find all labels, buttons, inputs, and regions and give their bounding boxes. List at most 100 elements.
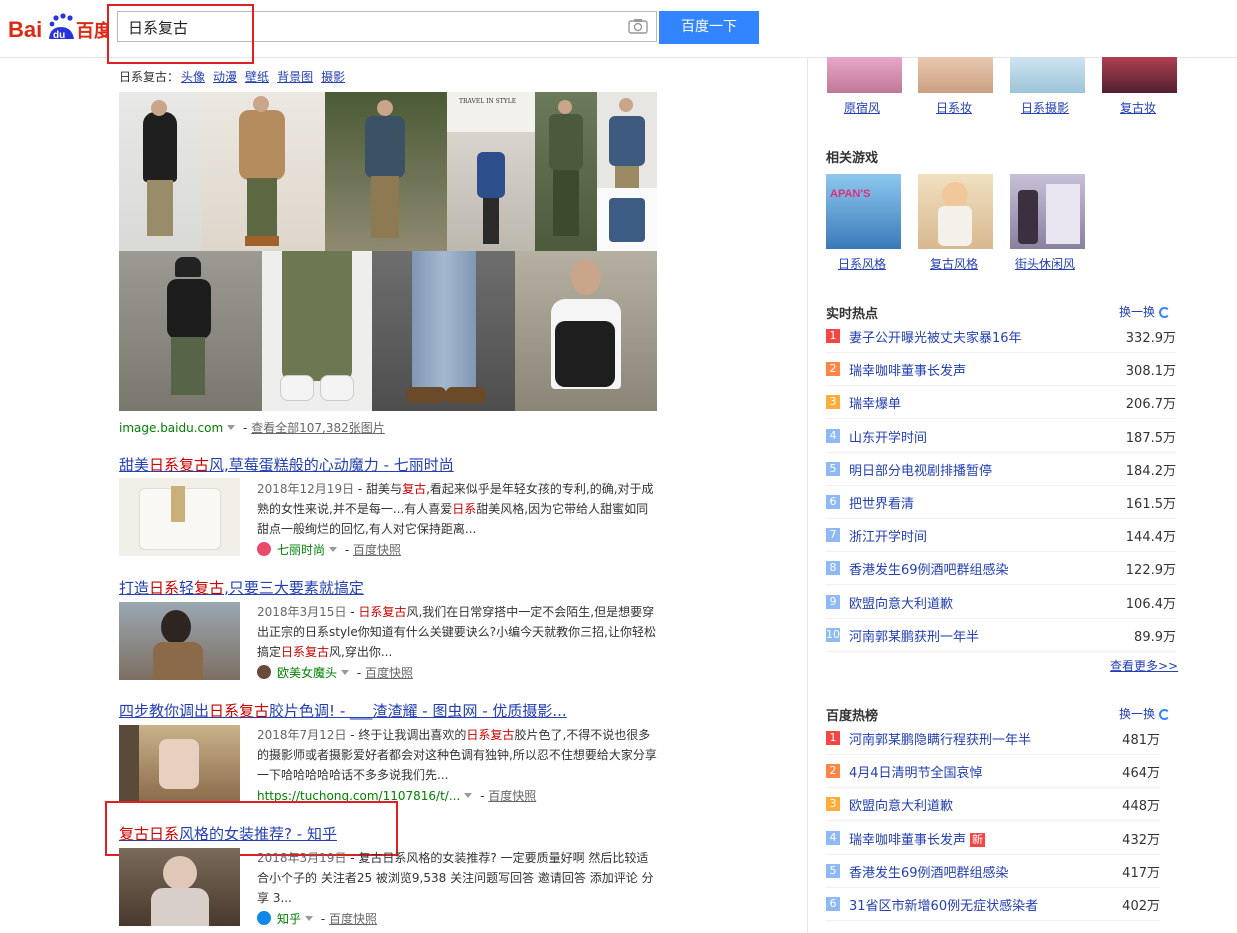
dropdown-arrow-icon[interactable] bbox=[464, 793, 473, 798]
image-thumbnail[interactable] bbox=[119, 251, 262, 411]
refresh-icon bbox=[1159, 307, 1171, 318]
hot-list-item[interactable]: 1 河南郭某鹏隐瞒行程获刑一年半 481万 bbox=[826, 722, 1160, 755]
view-more-link[interactable]: 查看更多>> bbox=[1110, 657, 1178, 674]
dropdown-arrow-icon[interactable] bbox=[305, 916, 314, 921]
related-style-link[interactable]: 日系妆 bbox=[936, 99, 972, 116]
result-thumbnail[interactable] bbox=[119, 848, 240, 926]
related-style-link[interactable]: 原宿风 bbox=[844, 99, 880, 116]
hot-list-item[interactable]: 5 香港发生69例酒吧群组感染 417万 bbox=[826, 855, 1160, 888]
view-all-images-link[interactable]: 查看全部107,382张图片 bbox=[251, 421, 385, 435]
related-style-link[interactable]: 复古妆 bbox=[1120, 99, 1156, 116]
hot-list-item[interactable]: 4 瑞幸咖啡董事长发声新 432万 bbox=[826, 822, 1160, 855]
hot-list-item[interactable]: 7 浙江开学时间 144.4万 bbox=[826, 519, 1176, 553]
hot-topic-link[interactable]: 瑞幸爆单 bbox=[849, 393, 901, 412]
game-link[interactable]: 街头休闲风 bbox=[1015, 255, 1075, 272]
game-thumbnail[interactable] bbox=[1010, 174, 1085, 249]
hot-topic-link[interactable]: 明日部分电视剧排播暂停 bbox=[849, 460, 992, 479]
zhihu-favicon-icon bbox=[257, 911, 271, 925]
dropdown-arrow-icon[interactable] bbox=[341, 670, 350, 675]
hot-list-item[interactable]: 9 欧盟向意大利道歉 106.4万 bbox=[826, 586, 1176, 619]
hot-count: 448万 bbox=[1122, 799, 1160, 815]
hot-list-item[interactable]: 2 瑞幸咖啡董事长发声 308.1万 bbox=[826, 353, 1176, 387]
snapshot-link[interactable]: 百度快照 bbox=[353, 543, 401, 557]
image-thumbnail[interactable] bbox=[597, 92, 657, 188]
hot-list-item[interactable]: 2 4月4日清明节全国哀悼 464万 bbox=[826, 755, 1160, 789]
result-title-link[interactable]: 甜美日系复古风,草莓蛋糕般的心动魔力 - 七丽时尚 bbox=[119, 454, 454, 475]
result-source: 七丽时尚 - 百度快照 bbox=[257, 541, 401, 558]
related-style-thumbnail[interactable] bbox=[1102, 57, 1177, 93]
image-thumbnail[interactable] bbox=[372, 251, 515, 411]
result-thumbnail[interactable] bbox=[119, 602, 240, 680]
refresh-baidu-hot-button[interactable]: 换一换 bbox=[1119, 705, 1171, 722]
hot-list-item[interactable]: 5 明日部分电视剧排播暂停 184.2万 bbox=[826, 453, 1176, 486]
site-favicon-icon bbox=[257, 665, 271, 679]
dropdown-arrow-icon[interactable] bbox=[227, 425, 236, 430]
image-source-domain[interactable]: image.baidu.com bbox=[119, 421, 223, 435]
hot-list-item[interactable]: 1 妻子公开曝光被丈夫家暴16年 332.9万 bbox=[826, 320, 1176, 353]
hot-topic-link[interactable]: 31省区市新增60例无症状感染者 bbox=[849, 895, 1038, 914]
hot-topic-link[interactable]: 把世界看清 bbox=[849, 493, 914, 512]
baidu-logo[interactable]: Bai du 百度 bbox=[8, 12, 108, 44]
hot-count: 332.9万 bbox=[1125, 331, 1176, 346]
hot-topic-link[interactable]: 瑞幸咖啡董事长发声新 bbox=[849, 829, 986, 848]
image-thumbnail[interactable]: TRAVEL IN STYLE bbox=[447, 92, 535, 251]
hot-topic-link[interactable]: 4月4日清明节全国哀悼 bbox=[849, 762, 983, 781]
hot-topic-link[interactable]: 香港发生69例酒吧群组感染 bbox=[849, 862, 1009, 881]
hot-topic-link[interactable]: 浙江开学时间 bbox=[849, 526, 927, 545]
hot-count: 308.1万 bbox=[1125, 364, 1176, 380]
hot-list-item[interactable]: 3 欧盟向意大利道歉 448万 bbox=[826, 788, 1160, 822]
snapshot-link[interactable]: 百度快照 bbox=[365, 666, 413, 680]
hot-count: 106.4万 bbox=[1125, 596, 1176, 612]
image-thumbnail[interactable] bbox=[535, 92, 597, 251]
snapshot-link[interactable]: 百度快照 bbox=[329, 912, 377, 926]
hot-topic-link[interactable]: 妻子公开曝光被丈夫家暴16年 bbox=[849, 327, 1022, 346]
image-thumbnail[interactable] bbox=[119, 92, 201, 251]
result-title-link[interactable]: 打造日系轻复古,只要三大要素就搞定 bbox=[119, 577, 364, 598]
camera-icon[interactable] bbox=[628, 18, 648, 34]
hot-list-item[interactable]: 6 31省区市新增60例无症状感染者 402万 bbox=[826, 888, 1160, 921]
hot-list-item[interactable]: 6 把世界看清 161.5万 bbox=[826, 486, 1176, 519]
hot-list-item[interactable]: 4 山东开学时间 187.5万 bbox=[826, 420, 1176, 453]
refresh-realtime-button[interactable]: 换一换 bbox=[1119, 303, 1171, 320]
game-thumbnail[interactable] bbox=[918, 174, 993, 249]
game-thumbnail[interactable]: APAN'S bbox=[826, 174, 901, 249]
hot-topic-link[interactable]: 河南郭某鹏获刑一年半 bbox=[849, 626, 979, 645]
image-categories-prefix: 日系复古： bbox=[119, 70, 180, 84]
image-category-link[interactable]: 摄影 bbox=[321, 70, 345, 84]
result-thumbnail[interactable] bbox=[119, 725, 240, 803]
image-thumbnail[interactable] bbox=[325, 92, 447, 251]
related-style-thumbnail[interactable] bbox=[918, 57, 993, 93]
hot-list-item[interactable]: 8 香港发生69例酒吧群组感染 122.9万 bbox=[826, 552, 1176, 586]
hot-count: 402万 bbox=[1122, 899, 1160, 914]
image-category-link[interactable]: 动漫 bbox=[213, 70, 237, 84]
image-thumbnail[interactable] bbox=[515, 251, 657, 411]
related-style-thumbnail[interactable] bbox=[1010, 57, 1085, 93]
image-thumbnail[interactable] bbox=[201, 92, 325, 251]
hot-topic-link[interactable]: 瑞幸咖啡董事长发声 bbox=[849, 360, 966, 379]
image-source: image.baidu.com - 查看全部107,382张图片 bbox=[119, 421, 385, 435]
dropdown-arrow-icon[interactable] bbox=[329, 547, 338, 552]
related-style-link[interactable]: 日系摄影 bbox=[1021, 99, 1069, 116]
rank-badge: 1 bbox=[826, 731, 840, 745]
result-title-link[interactable]: 四步教你调出日系复古胶片色调! - ___渣渣耀 - 图虫网 - 优质摄影... bbox=[119, 700, 567, 721]
image-thumbnail[interactable] bbox=[597, 188, 657, 251]
game-link[interactable]: 复古风格 bbox=[930, 255, 978, 272]
hot-list-item[interactable]: 10 河南郭某鹏获刑一年半 89.9万 bbox=[826, 619, 1176, 652]
image-category-link[interactable]: 头像 bbox=[181, 70, 205, 84]
snapshot-link[interactable]: 百度快照 bbox=[488, 789, 536, 803]
hot-topic-link[interactable]: 河南郭某鹏隐瞒行程获刑一年半 bbox=[849, 729, 1031, 748]
hot-topic-link[interactable]: 欧盟向意大利道歉 bbox=[849, 795, 953, 814]
image-category-link[interactable]: 背景图 bbox=[277, 70, 313, 84]
search-button[interactable]: 百度一下 bbox=[659, 11, 759, 44]
image-thumbnail[interactable] bbox=[262, 251, 372, 411]
hot-topic-link[interactable]: 山东开学时间 bbox=[849, 427, 927, 446]
result-source: 欧美女魔头 - 百度快照 bbox=[257, 664, 413, 681]
hot-count: 144.4万 bbox=[1125, 530, 1176, 546]
hot-list-item[interactable]: 3 瑞幸爆单 206.7万 bbox=[826, 386, 1176, 420]
hot-topic-link[interactable]: 香港发生69例酒吧群组感染 bbox=[849, 559, 1009, 578]
result-thumbnail[interactable] bbox=[119, 478, 240, 556]
image-category-link[interactable]: 壁纸 bbox=[245, 70, 269, 84]
related-style-thumbnail[interactable] bbox=[827, 57, 902, 93]
game-link[interactable]: 日系风格 bbox=[838, 255, 886, 272]
hot-topic-link[interactable]: 欧盟向意大利道歉 bbox=[849, 593, 953, 612]
